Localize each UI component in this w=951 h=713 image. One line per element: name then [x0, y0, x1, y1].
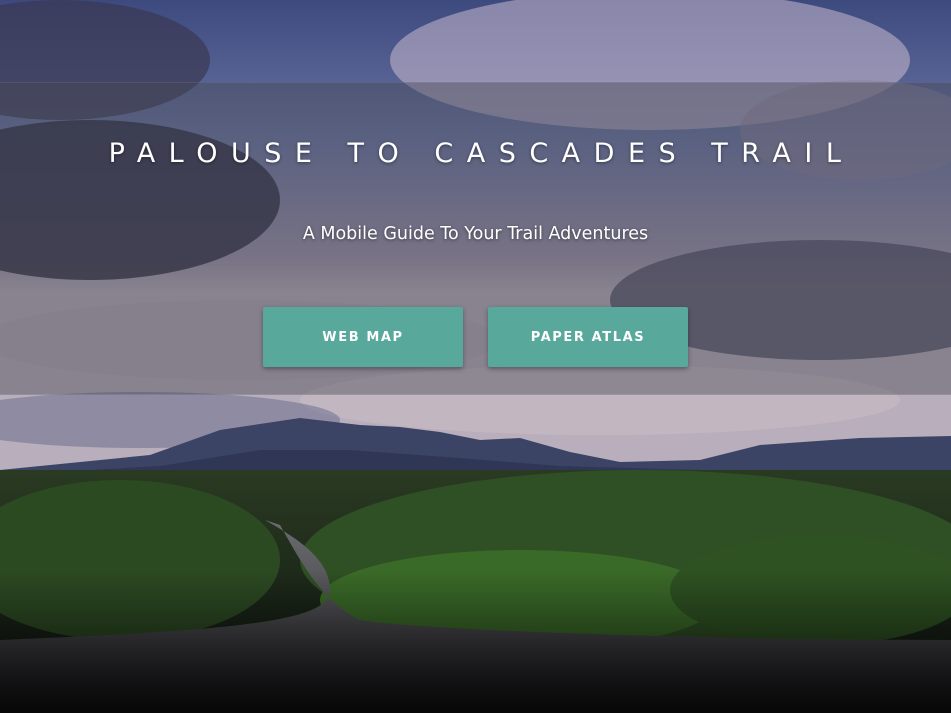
- hero-section: PALOUSE TO CASCADES TRAIL A Mobile Guide…: [0, 0, 951, 713]
- web-map-button[interactable]: WEB MAP: [263, 307, 463, 367]
- page-title: PALOUSE TO CASCADES TRAIL: [108, 138, 855, 169]
- paper-atlas-button[interactable]: PAPER ATLAS: [488, 307, 688, 367]
- page-subtitle: A Mobile Guide To Your Trail Adventures: [302, 224, 649, 244]
